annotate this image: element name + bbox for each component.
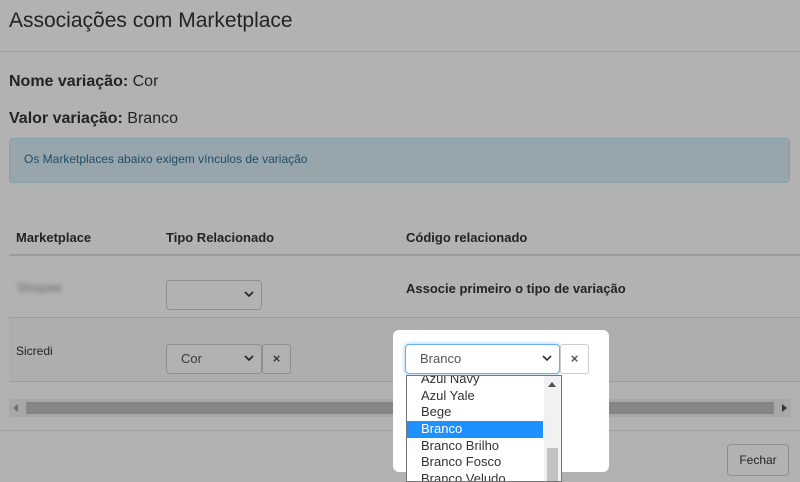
remove-codigo-button[interactable]: × — [560, 344, 589, 374]
dropdown-option[interactable]: Branco Fosco — [407, 454, 543, 471]
dropdown-option[interactable]: Branco Veludo — [407, 471, 543, 481]
dropdown-scrollbar[interactable] — [544, 376, 561, 481]
scroll-up-icon[interactable] — [548, 382, 556, 387]
dropdown-option[interactable]: Azul Navy — [407, 376, 543, 388]
dropdown-option-selected[interactable]: Branco — [407, 421, 543, 438]
dropdown-option[interactable]: Branco Brilho — [407, 438, 543, 455]
dropdown-options: Azul Navy Azul Yale Bege Branco Branco B… — [407, 376, 543, 481]
codigo-select-value: Branco — [420, 351, 462, 366]
codigo-select[interactable]: Branco — [405, 344, 560, 374]
codigo-dropdown-list[interactable]: Azul Navy Azul Yale Bege Branco Branco B… — [406, 375, 562, 482]
dropdown-scrollbar-thumb[interactable] — [547, 448, 558, 481]
chevron-down-icon — [542, 355, 552, 362]
dropdown-option[interactable]: Bege — [407, 404, 543, 421]
dropdown-option[interactable]: Azul Yale — [407, 388, 543, 405]
